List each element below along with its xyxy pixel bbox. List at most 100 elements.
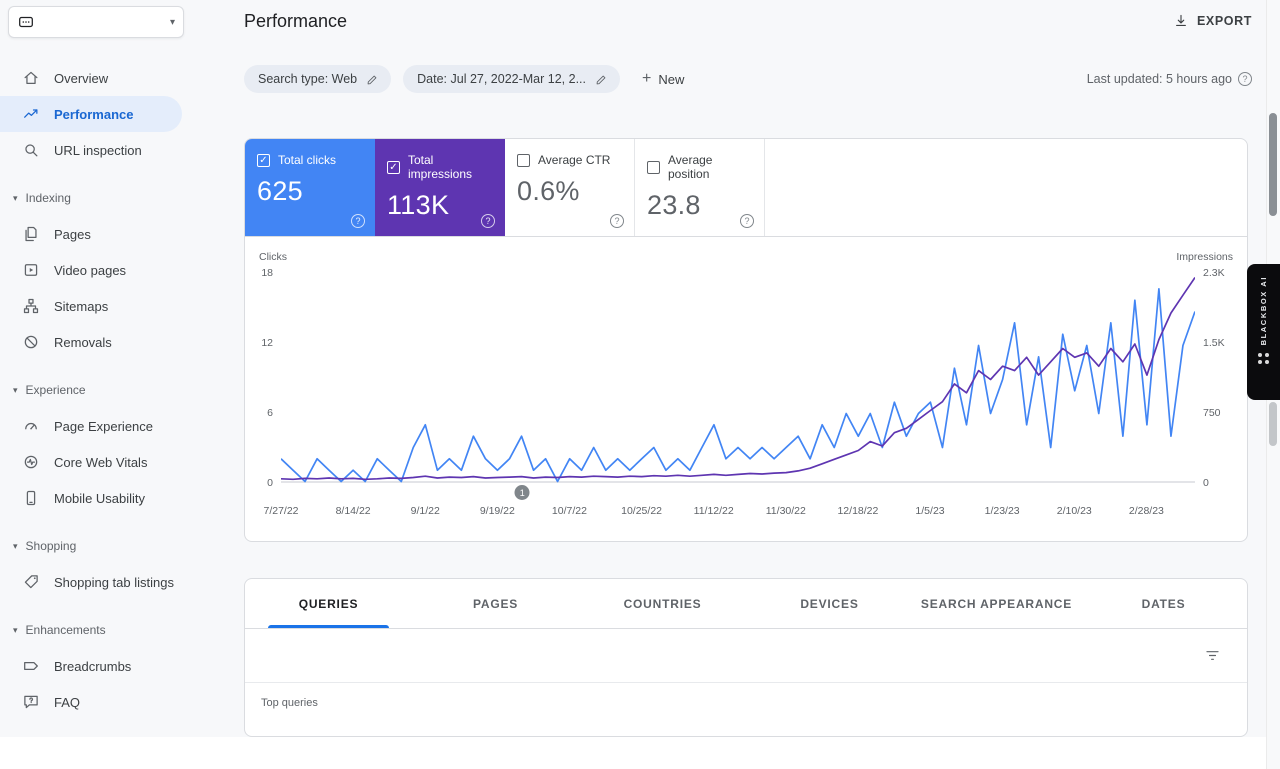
sidebar-item-performance[interactable]: Performance (0, 96, 182, 132)
sidebar-item-label: Pages (54, 227, 91, 242)
sidebar-item-removals[interactable]: Removals (0, 324, 188, 360)
right-axis-ticks: 07501.5K2.3K (1195, 273, 1247, 483)
sidebar-item-sitemaps[interactable]: Sitemaps (0, 288, 188, 324)
chart-annotation-marker[interactable]: 1 (515, 485, 530, 500)
download-icon (1173, 13, 1189, 29)
sidebar-item-label: Sitemaps (54, 299, 108, 314)
help-icon[interactable]: ? (610, 214, 624, 228)
sidebar-item-label: Breadcrumbs (54, 659, 131, 674)
help-icon[interactable]: ? (740, 214, 754, 228)
sidebar-item-overview[interactable]: Overview (0, 60, 188, 96)
caret-down-icon: ▾ (13, 541, 18, 552)
table-filter-row (245, 629, 1247, 683)
sidebar-item-pages[interactable]: Pages (0, 216, 188, 252)
metric-label: Average position (668, 153, 752, 181)
checkbox-unchecked-icon[interactable]: ✓ (517, 154, 530, 167)
sidebar-item-label: Shopping tab listings (54, 575, 174, 590)
sidebar: ▾ Overview Performance URL inspection (0, 0, 188, 737)
metric-label: Average CTR (538, 153, 610, 167)
sidebar-item-page-experience[interactable]: Page Experience (0, 408, 188, 444)
scrollbar-thumb-secondary[interactable] (1269, 402, 1277, 446)
chip-label: Search type: Web (258, 72, 357, 86)
breadcrumb-banner-icon (22, 657, 40, 675)
sidebar-item-mobile-usability[interactable]: Mobile Usability (0, 480, 188, 516)
sidebar-item-faq[interactable]: FAQ (0, 684, 188, 720)
main-content: Performance EXPORT Search type: Web Date… (188, 0, 1280, 769)
blackbox-ai-widget[interactable]: BLACKBOX AI (1247, 264, 1280, 400)
caret-down-icon: ▾ (13, 193, 18, 204)
checkbox-checked-icon[interactable]: ✓ (257, 154, 270, 167)
metric-value: 625 (257, 176, 363, 207)
phone-icon (22, 489, 40, 507)
tab-queries[interactable]: QUERIES (245, 579, 412, 628)
caret-down-icon: ▾ (13, 385, 18, 396)
help-icon[interactable]: ? (1238, 72, 1252, 86)
sidebar-section-enhancements[interactable]: ▾ Enhancements (0, 612, 188, 648)
sidebar-item-shopping-tab-listings[interactable]: Shopping tab listings (0, 564, 188, 600)
help-icon[interactable]: ? (481, 214, 495, 228)
home-icon (22, 69, 40, 87)
section-label: Shopping (26, 539, 77, 553)
sidebar-item-breadcrumbs[interactable]: Breadcrumbs (0, 648, 188, 684)
left-axis-ticks: 061218 (245, 273, 281, 483)
tab-dates[interactable]: DATES (1080, 579, 1247, 628)
tab-devices[interactable]: DEVICES (746, 579, 913, 628)
plus-icon: + (642, 71, 651, 87)
table-header-row: Top queries (245, 683, 1247, 723)
help-icon[interactable]: ? (351, 214, 365, 228)
filter-bar: Search type: Web Date: Jul 27, 2022-Mar … (244, 65, 684, 93)
metric-label: Total clicks (278, 153, 336, 167)
export-label: EXPORT (1197, 14, 1252, 28)
sidebar-nav: Overview Performance URL inspection ▾ In… (0, 60, 188, 720)
top-queries-header: Top queries (261, 697, 318, 709)
section-label: Experience (26, 383, 86, 397)
section-label: Indexing (26, 191, 71, 205)
chart-plot-area[interactable] (281, 273, 1195, 483)
sidebar-item-label: Performance (54, 107, 133, 122)
sidebar-section-indexing[interactable]: ▾ Indexing (0, 180, 188, 216)
sidebar-item-label: FAQ (54, 695, 80, 710)
faq-bubble-icon (22, 693, 40, 711)
property-selector[interactable]: ▾ (8, 6, 184, 38)
blackbox-ai-label: BLACKBOX AI (1259, 276, 1268, 345)
blackbox-logo-dots-icon (1258, 353, 1269, 364)
tab-search-appearance[interactable]: SEARCH APPEARANCE (913, 579, 1080, 628)
sidebar-section-experience[interactable]: ▾ Experience (0, 372, 188, 408)
metric-value: 0.6% (517, 176, 622, 207)
date-range-chip[interactable]: Date: Jul 27, 2022-Mar 12, 2... (403, 65, 620, 93)
dimension-tables-card: QUERIES PAGES COUNTRIES DEVICES SEARCH A… (244, 578, 1248, 737)
caret-down-icon: ▾ (13, 625, 18, 636)
performance-summary-card: ✓ Total clicks 625 ? ✓Total impressions 1… (244, 138, 1248, 542)
edit-icon (366, 73, 379, 86)
new-filter-button[interactable]: + New (642, 71, 684, 87)
sidebar-item-url-inspection[interactable]: URL inspection (0, 132, 188, 168)
checkbox-unchecked-icon[interactable]: ✓ (647, 161, 660, 174)
vitals-pulse-icon (22, 453, 40, 471)
sidebar-item-label: Core Web Vitals (54, 455, 147, 470)
sidebar-section-shopping[interactable]: ▾ Shopping (0, 528, 188, 564)
sidebar-item-core-web-vitals[interactable]: Core Web Vitals (0, 444, 188, 480)
search-type-chip[interactable]: Search type: Web (244, 65, 391, 93)
total-impressions-card[interactable]: ✓Total impressions 113K ? (375, 139, 505, 236)
tab-pages[interactable]: PAGES (412, 579, 579, 628)
property-icon (17, 13, 35, 31)
pages-icon (22, 225, 40, 243)
filter-list-icon[interactable] (1204, 647, 1221, 664)
checkbox-checked-icon[interactable]: ✓ (387, 161, 400, 174)
export-button[interactable]: EXPORT (1173, 13, 1252, 29)
sidebar-item-label: Overview (54, 71, 108, 86)
average-position-card[interactable]: ✓ Average position 23.8 ? (635, 139, 765, 236)
sidebar-item-video-pages[interactable]: Video pages (0, 252, 188, 288)
sidebar-item-label: Removals (54, 335, 112, 350)
new-filter-label: New (658, 72, 684, 87)
total-clicks-card[interactable]: ✓ Total clicks 625 ? (245, 139, 375, 236)
section-label: Enhancements (26, 623, 106, 637)
metric-tiles: ✓ Total clicks 625 ? ✓Total impressions 1… (245, 139, 1247, 237)
average-ctr-card[interactable]: ✓ Average CTR 0.6% ? (505, 139, 635, 236)
video-icon (22, 261, 40, 279)
edit-icon (595, 73, 608, 86)
scrollbar-thumb[interactable] (1269, 113, 1277, 216)
page-title: Performance (244, 11, 347, 32)
tab-countries[interactable]: COUNTRIES (579, 579, 746, 628)
metric-value: 23.8 (647, 190, 752, 221)
